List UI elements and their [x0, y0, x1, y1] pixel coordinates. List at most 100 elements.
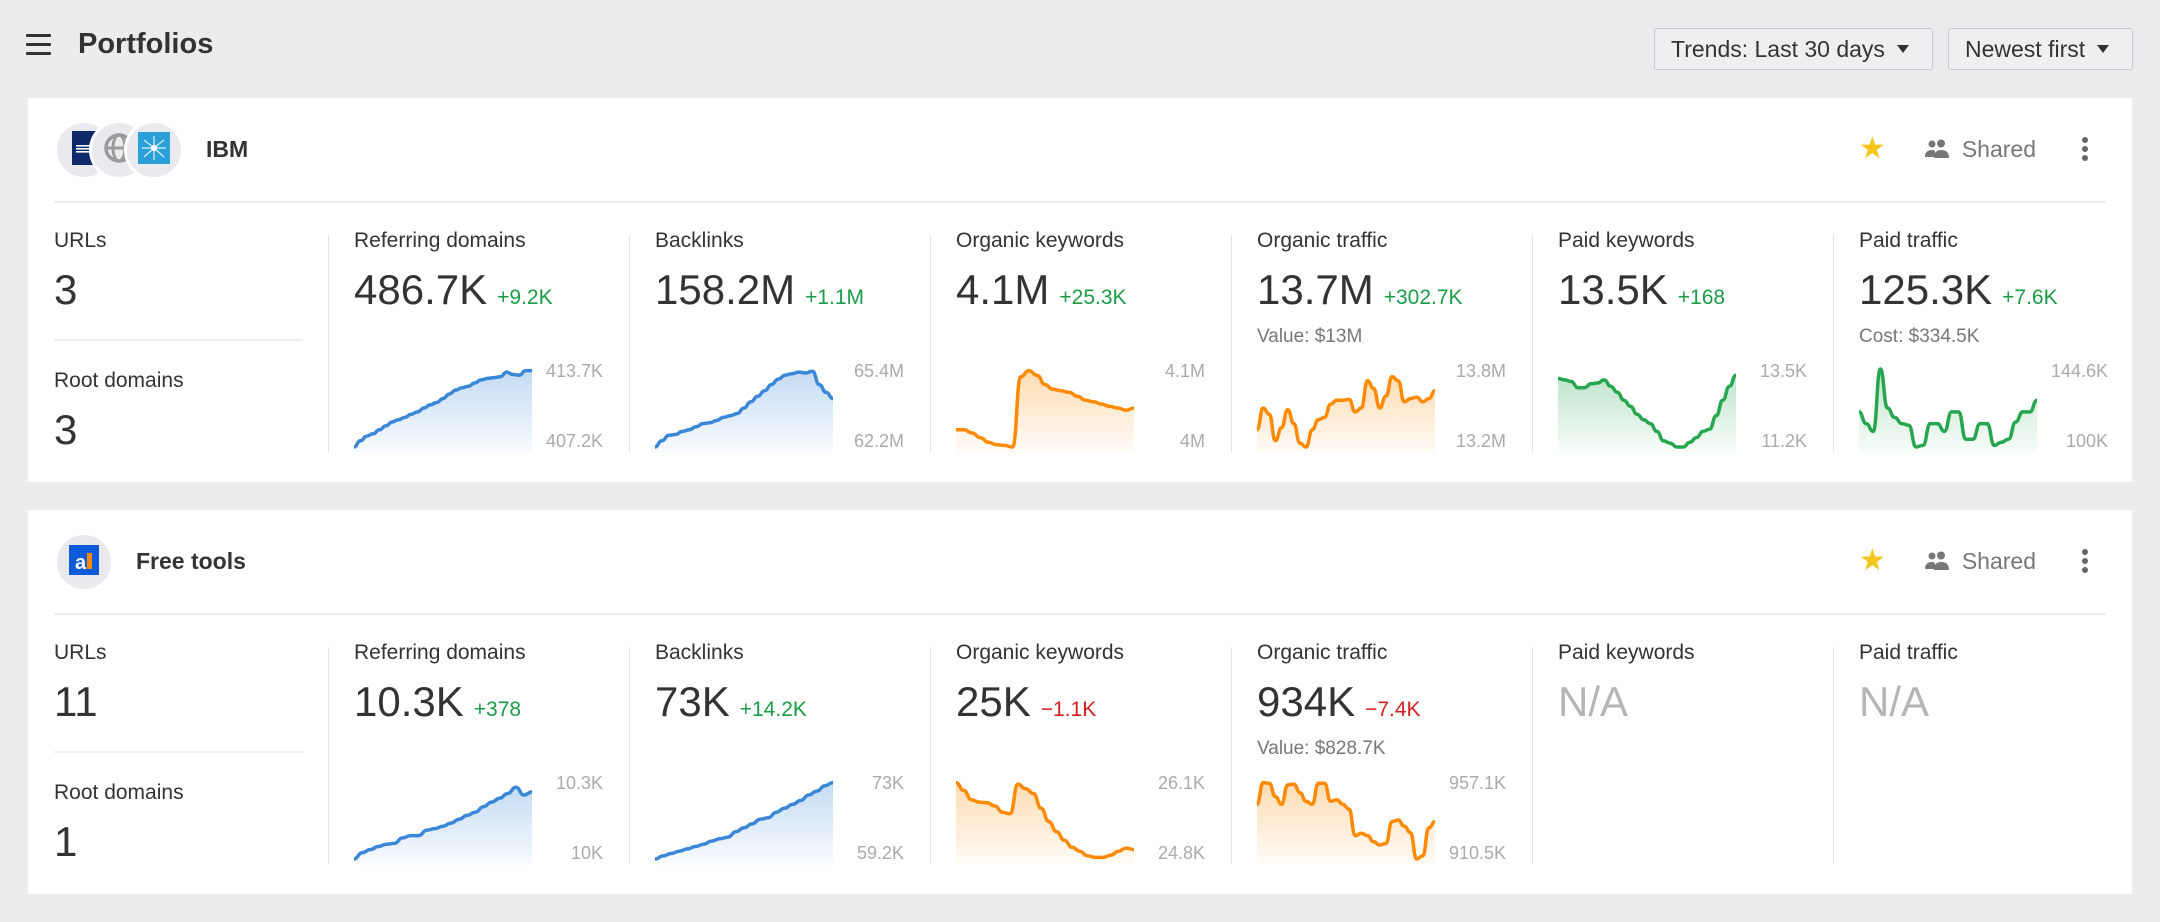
metric-subvalue: Value: $828.7K — [1257, 738, 1386, 759]
divider — [328, 235, 329, 452]
metric-value[interactable]: 934K — [1257, 678, 1355, 726]
hamburger-icon[interactable] — [26, 34, 51, 56]
star-icon[interactable]: ★ — [1859, 546, 1886, 576]
root-domains-value[interactable]: 1 — [54, 818, 77, 866]
sparkline-chart[interactable] — [955, 775, 1135, 865]
sparkline-min-label: 13.2M — [1455, 431, 1506, 451]
metric-delta: +14.2K — [739, 698, 807, 721]
metric-label: Organic keywords — [956, 229, 1125, 252]
sort-dropdown-label: Newest first — [1965, 35, 2086, 62]
metric-label: Organic traffic — [1257, 641, 1388, 664]
urls-value[interactable]: 11 — [54, 678, 98, 726]
urls-label: URLs — [54, 641, 107, 664]
metric-value-row: N/A — [1558, 678, 1628, 726]
metric-value[interactable]: N/A — [1859, 678, 1929, 726]
root-domains-label: Root domains — [54, 369, 184, 392]
people-icon — [1924, 139, 1949, 158]
sparkline-chart[interactable] — [654, 775, 834, 865]
metric-value[interactable]: 13.5K — [1558, 266, 1668, 314]
metric-value[interactable]: 158.2M — [655, 266, 795, 314]
metric-value[interactable]: 486.7K — [354, 266, 487, 314]
sparkline-chart[interactable] — [1255, 775, 1436, 865]
more-options-icon[interactable] — [2078, 547, 2092, 575]
portfolio-name[interactable]: Free tools — [136, 548, 246, 575]
star-icon[interactable]: ★ — [1859, 134, 1886, 164]
metric-value[interactable]: 10.3K — [354, 678, 464, 726]
divider — [54, 751, 303, 753]
sparkline-min-label: 10K — [570, 843, 603, 863]
metric-value-row: 73K +14.2K — [655, 678, 807, 726]
metric-delta: +1.1M — [805, 286, 865, 309]
metric-value[interactable]: 13.7M — [1257, 266, 1374, 314]
divider — [328, 647, 329, 864]
metric-subvalue: Value: $13M — [1257, 326, 1363, 347]
metric-label: Backlinks — [655, 229, 744, 252]
metric-paid-keywords: Paid keywords 13.5K +168 13.5K 11.2K — [1532, 203, 1833, 482]
sparkline-max-label: 26.1K — [1157, 773, 1205, 793]
metric-referring-domains: Referring domains 486.7K +9.2K 413.7K 407.2K — [328, 203, 629, 482]
trends-dropdown[interactable]: Trends: Last 30 days — [1654, 28, 1933, 70]
sparkline-chart[interactable] — [1557, 363, 1737, 453]
metric-delta: +302.7K — [1383, 286, 1463, 309]
avatar — [124, 120, 184, 180]
svg-text:a: a — [75, 552, 87, 574]
sparkline-area — [655, 371, 833, 453]
metric-paid-traffic: Paid traffic 125.3K +7.6K Cost: $334.5K 144.… — [1833, 203, 2134, 482]
metric-value-row: 486.7K +9.2K — [354, 266, 553, 314]
metric-subvalue: Cost: $334.5K — [1859, 326, 1980, 347]
metric-delta: −1.1K — [1040, 698, 1097, 721]
shared-label: Shared — [1961, 547, 2036, 574]
metric-organic-traffic: Organic traffic 934K −7.4K Value: $828.7K 95… — [1231, 615, 1532, 894]
sparkline-min-label: 11.2K — [1761, 431, 1807, 451]
portfolio-header: IBM ★ Shared — [28, 98, 2132, 203]
avatar: a — [54, 532, 114, 592]
sort-dropdown[interactable]: Newest first — [1948, 28, 2133, 70]
metric-delta: +9.2K — [497, 286, 553, 309]
sparkline-chart[interactable] — [654, 363, 834, 453]
divider — [1231, 647, 1232, 864]
metric-organic-keywords: Organic keywords 25K −1.1K 26.1K 24.8K — [930, 615, 1231, 894]
trends-dropdown-label: Trends: Last 30 days — [1671, 35, 1885, 62]
root-domains-value[interactable]: 3 — [54, 406, 77, 454]
metric-organic-traffic: Organic traffic 13.7M +302.7K Value: $13M 13… — [1231, 203, 1532, 482]
sparkline-min-label: 100K — [2065, 431, 2108, 451]
url-summary: URLs 3 Root domains 3 — [54, 203, 303, 482]
sparkline-chart[interactable] — [1858, 363, 2038, 453]
metric-value[interactable]: N/A — [1558, 678, 1628, 726]
metric-referring-domains: Referring domains 10.3K +378 10.3K 10K — [328, 615, 629, 894]
divider — [1532, 235, 1533, 452]
sparkline-min-label: 910.5K — [1448, 843, 1506, 863]
divider — [1532, 647, 1533, 864]
divider — [54, 339, 303, 341]
sparkline-chart[interactable] — [353, 775, 533, 865]
metric-organic-keywords: Organic keywords 4.1M +25.3K 4.1M 4M — [930, 203, 1231, 482]
url-summary: URLs 11 Root domains 1 — [54, 615, 303, 894]
metric-delta: +168 — [1677, 286, 1726, 309]
metric-paid-traffic: Paid traffic N/A — [1833, 615, 2134, 894]
metric-value[interactable]: 125.3K — [1859, 266, 1992, 314]
metric-value-row: 25K −1.1K — [956, 678, 1096, 726]
more-options-icon[interactable] — [2078, 135, 2092, 163]
sparkline-chart[interactable] — [1255, 363, 1436, 453]
sparkline-chart[interactable] — [353, 363, 532, 453]
sparkline-chart[interactable] — [956, 363, 1135, 453]
urls-value[interactable]: 3 — [54, 266, 77, 314]
metric-delta: +378 — [473, 698, 522, 721]
sparkline-max-label: 957.1K — [1448, 773, 1506, 793]
metric-backlinks: Backlinks 73K +14.2K 73K 59.2K — [629, 615, 930, 894]
urls-label: URLs — [54, 229, 107, 252]
ibm-cloud-logo-icon — [138, 131, 170, 169]
metric-value[interactable]: 73K — [655, 678, 730, 726]
sparkline-min-label: 4M — [1179, 431, 1205, 451]
metric-value-row: 13.7M +302.7K — [1257, 266, 1463, 314]
metric-label: Paid traffic — [1859, 641, 1958, 664]
portfolio-card: a Free tools ★ Shared URLs 11 Root domains 1 Ref… — [28, 510, 2132, 894]
shared-button[interactable]: Shared — [1924, 548, 2036, 575]
shared-button[interactable]: Shared — [1924, 136, 2036, 163]
metric-value[interactable]: 4.1M — [956, 266, 1049, 314]
sparkline-max-label: 144.6K — [2050, 361, 2108, 381]
top-bar: Portfolios Trends: Last 30 days Newest f… — [0, 0, 2160, 95]
metric-value[interactable]: 25K — [956, 678, 1031, 726]
portfolio-name[interactable]: IBM — [206, 136, 248, 163]
divider — [1833, 647, 1834, 864]
